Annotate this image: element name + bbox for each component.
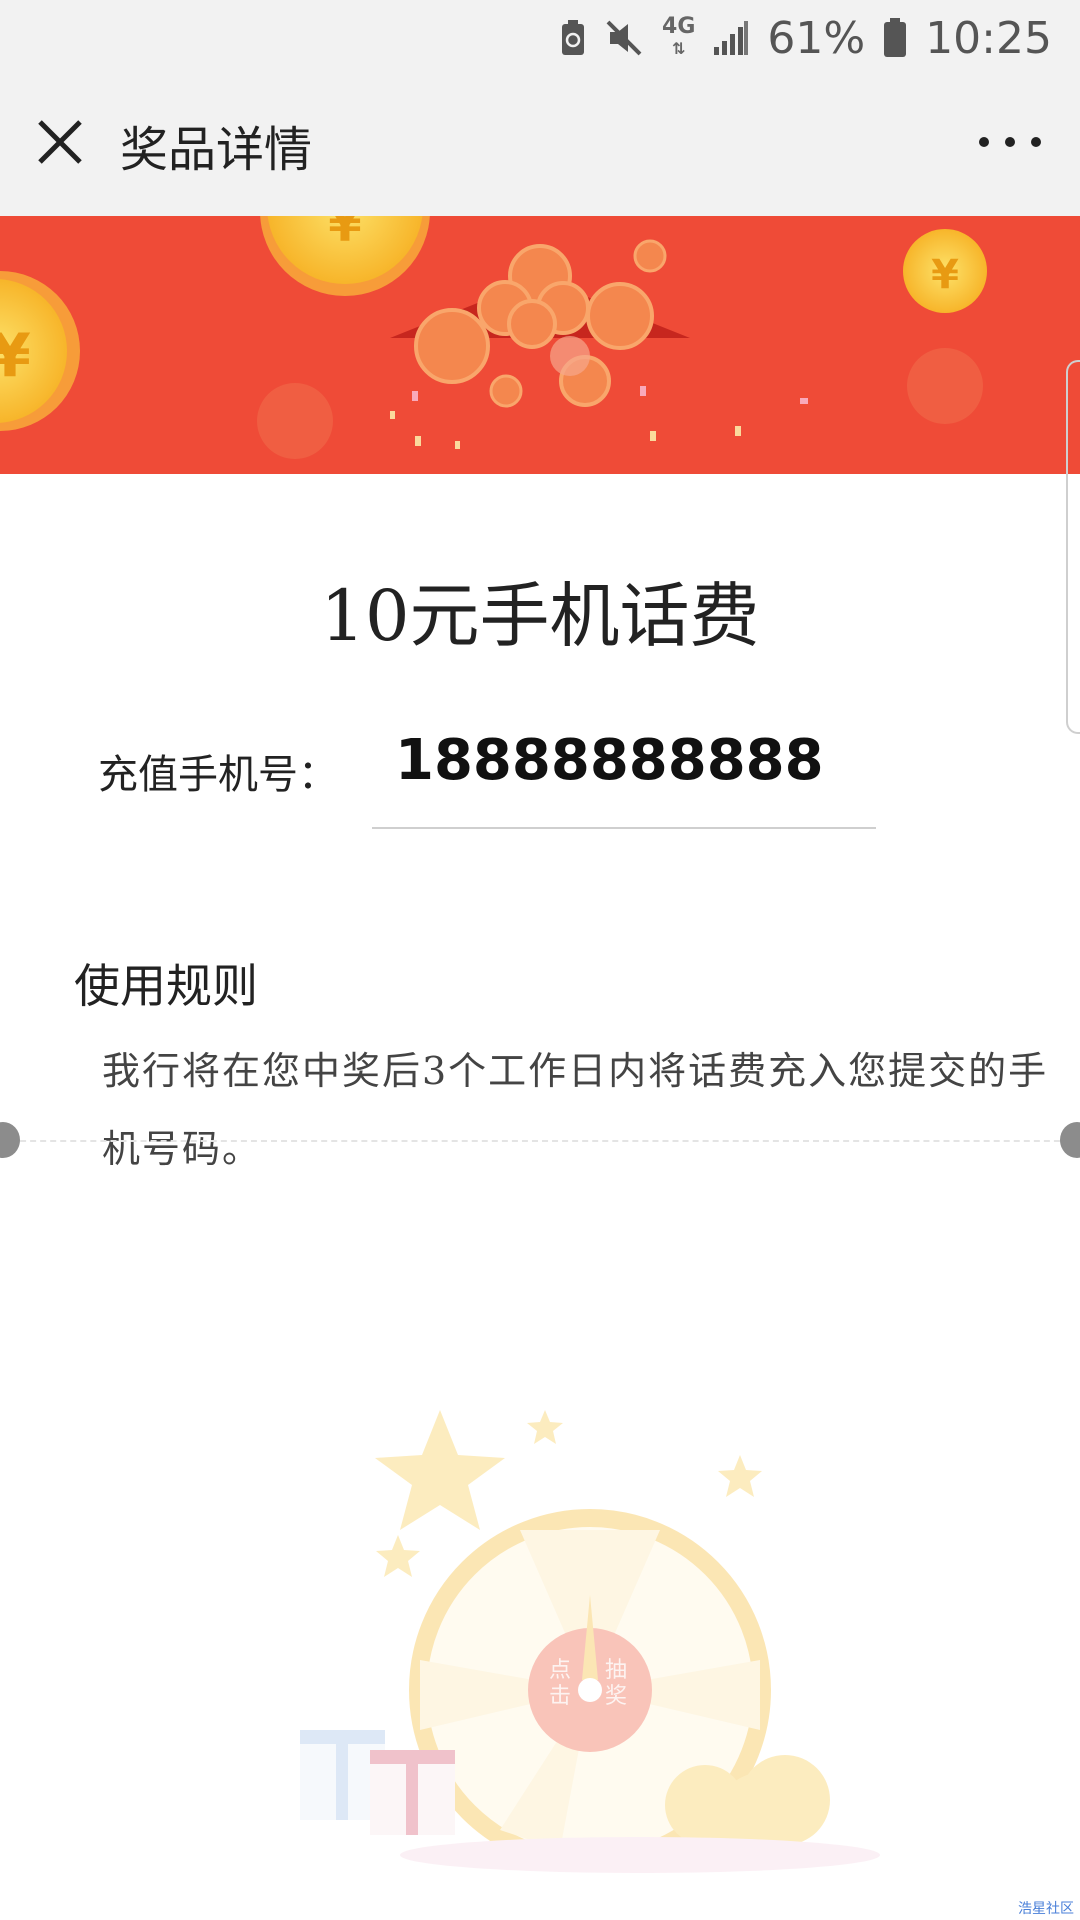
wheel-left-label[interactable]: 点击 [549, 1658, 573, 1710]
battery-saver-icon [562, 20, 585, 55]
lottery-illustration: 点击 抽奖 [0, 1380, 1080, 1900]
network-indicator: 4G ⇅ [662, 16, 695, 60]
rules-text: 我行将在您中奖后3个工作日内将话费充入您提交的手机号码。 [102, 1049, 1049, 1171]
recharge-phone-field[interactable]: 18888888888 [395, 728, 824, 793]
svg-text:¥: ¥ [328, 216, 361, 253]
recharge-phone-label: 充值手机号： [98, 752, 338, 798]
watermark: 浩星社区 [1018, 1901, 1074, 1917]
prize-banner: ¥ ¥ ¥ [0, 216, 1080, 474]
data-arrows-icon: ⇅ [672, 39, 686, 58]
close-icon[interactable] [30, 112, 90, 172]
signal-icon [714, 21, 749, 55]
clock: 10:25 [925, 12, 1052, 64]
network-type: 4G [662, 14, 696, 39]
status-bar: 4G ⇅ 61% 10:25 [0, 0, 1080, 76]
svg-text:¥: ¥ [0, 321, 31, 391]
mute-icon [606, 20, 642, 56]
ticket-notch-right [1060, 1122, 1080, 1158]
nav-bar: 奖品详情 [0, 76, 1080, 217]
prize-title: 10元手机话费 [320, 575, 760, 657]
svg-text:¥: ¥ [931, 252, 959, 298]
wheel-right-label[interactable]: 抽奖 [605, 1658, 629, 1710]
lottery-wheel-graphic [300, 1410, 880, 1873]
rules-heading: 使用规则 [74, 959, 258, 1013]
dashed-divider [0, 1140, 1080, 1142]
more-options-icon[interactable] [970, 112, 1050, 172]
side-handle [1066, 360, 1080, 734]
page-title: 奖品详情 [120, 122, 313, 178]
banner-illustration: ¥ ¥ ¥ [0, 216, 987, 459]
phone-field-underline [372, 827, 876, 829]
battery-percent: 61% [767, 12, 866, 64]
status-icons: 4G ⇅ 61% 10:25 [560, 8, 1052, 68]
ticket-notch-left [0, 1122, 20, 1158]
battery-icon [884, 18, 907, 57]
